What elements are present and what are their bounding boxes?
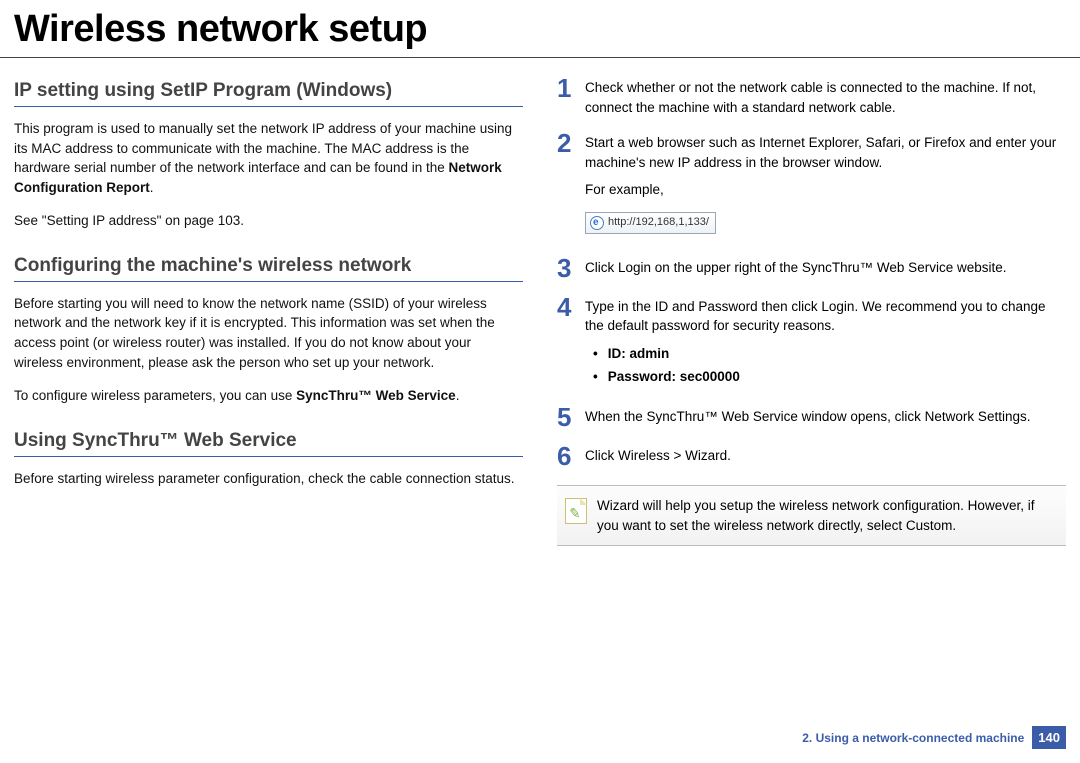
note-box: Wizard will help you setup the wireless … <box>557 485 1066 546</box>
text: . <box>456 388 460 403</box>
step-body: Start a web browser such as Internet Exp… <box>585 133 1066 242</box>
text: Check whether or not the network cable i… <box>585 80 1036 115</box>
step-body: Click Login on the upper right of the Sy… <box>585 258 1066 278</box>
text-bold: SyncThru™ Web Service <box>647 409 798 424</box>
step-number: 3 <box>557 255 585 281</box>
text: Start a web browser such as Internet Exp… <box>585 133 1066 172</box>
step-number: 4 <box>557 294 585 320</box>
step-number: 6 <box>557 443 585 469</box>
text-bold: ID <box>655 299 669 314</box>
step-number: 1 <box>557 75 585 101</box>
text-bold: Login <box>821 299 854 314</box>
step-6: 6 Click Wireless > Wizard. <box>557 446 1066 469</box>
credential-id: ID: admin <box>593 344 1066 364</box>
right-column: 1 Check whether or not the network cable… <box>557 78 1066 546</box>
paragraph: Before starting you will need to know th… <box>14 294 523 372</box>
text: This program is used to manually set the… <box>14 121 512 175</box>
step-body: Click Wireless > Wizard. <box>585 446 1066 466</box>
step-number: 5 <box>557 404 585 430</box>
text-for-example: For example, <box>585 180 1066 200</box>
credential-password: Password: sec00000 <box>593 367 1066 387</box>
heading-syncthru: Using SyncThru™ Web Service <box>14 430 523 457</box>
text: on the upper right of the SyncThru™ Web … <box>651 260 1006 275</box>
text-bold: Custom <box>906 518 953 533</box>
step-3: 3 Click Login on the upper right of the … <box>557 258 1066 281</box>
text-bold: Wizard <box>685 448 727 463</box>
text: To configure wireless parameters, you ca… <box>14 388 296 403</box>
step-4: 4 Type in the ID and Password then click… <box>557 297 1066 391</box>
note-text: Wizard will help you setup the wireless … <box>597 496 1056 535</box>
text-bold: Network Settings <box>925 409 1027 424</box>
text: will help you setup the wireless network… <box>597 498 1034 533</box>
paragraph-see-also: See "Setting IP address" on page 103. <box>14 211 523 231</box>
text: When the <box>585 409 647 424</box>
credentials-list: ID: admin Password: sec00000 <box>593 344 1066 387</box>
page-title: Wireless network setup <box>0 0 1080 58</box>
text: . <box>1027 409 1031 424</box>
url-text: http://192,168,1,133/ <box>608 215 709 231</box>
paragraph: To configure wireless parameters, you ca… <box>14 386 523 406</box>
note-icon <box>565 498 587 524</box>
step-1: 1 Check whether or not the network cable… <box>557 78 1066 117</box>
text: . <box>727 448 731 463</box>
text: Click <box>585 260 618 275</box>
text-bold: SyncThru™ Web Service <box>296 388 456 403</box>
step-body: Check whether or not the network cable i… <box>585 78 1066 117</box>
step-body: When the SyncThru™ Web Service window op… <box>585 407 1066 427</box>
text: > <box>670 448 685 463</box>
text: . <box>952 518 956 533</box>
heading-ip-setting: IP setting using SetIP Program (Windows) <box>14 80 523 107</box>
url-address-bar: http://192,168,1,133/ <box>585 212 716 234</box>
text: and <box>668 299 698 314</box>
content-columns: IP setting using SetIP Program (Windows)… <box>0 58 1080 546</box>
text: window opens, click <box>798 409 925 424</box>
text: Type in the <box>585 299 655 314</box>
page-footer: 2. Using a network-connected machine 140 <box>802 726 1066 749</box>
text: Click <box>585 448 618 463</box>
text-bold: Wizard <box>597 498 639 513</box>
text-bold: Login <box>618 260 651 275</box>
step-number: 2 <box>557 130 585 156</box>
text: . <box>150 180 154 195</box>
left-column: IP setting using SetIP Program (Windows)… <box>14 78 523 546</box>
step-body: Type in the ID and Password then click L… <box>585 297 1066 391</box>
paragraph: This program is used to manually set the… <box>14 119 523 197</box>
text-bold: Password <box>698 299 757 314</box>
step-2: 2 Start a web browser such as Internet E… <box>557 133 1066 242</box>
step-5: 5 When the SyncThru™ Web Service window … <box>557 407 1066 430</box>
paragraph: Before starting wireless parameter confi… <box>14 469 523 489</box>
heading-configuring: Configuring the machine's wireless netwo… <box>14 255 523 282</box>
page-number: 140 <box>1032 726 1066 749</box>
footer-chapter: 2. Using a network-connected machine <box>802 731 1024 745</box>
browser-globe-icon <box>590 216 604 230</box>
text: then click <box>758 299 822 314</box>
text-bold: Wireless <box>618 448 670 463</box>
